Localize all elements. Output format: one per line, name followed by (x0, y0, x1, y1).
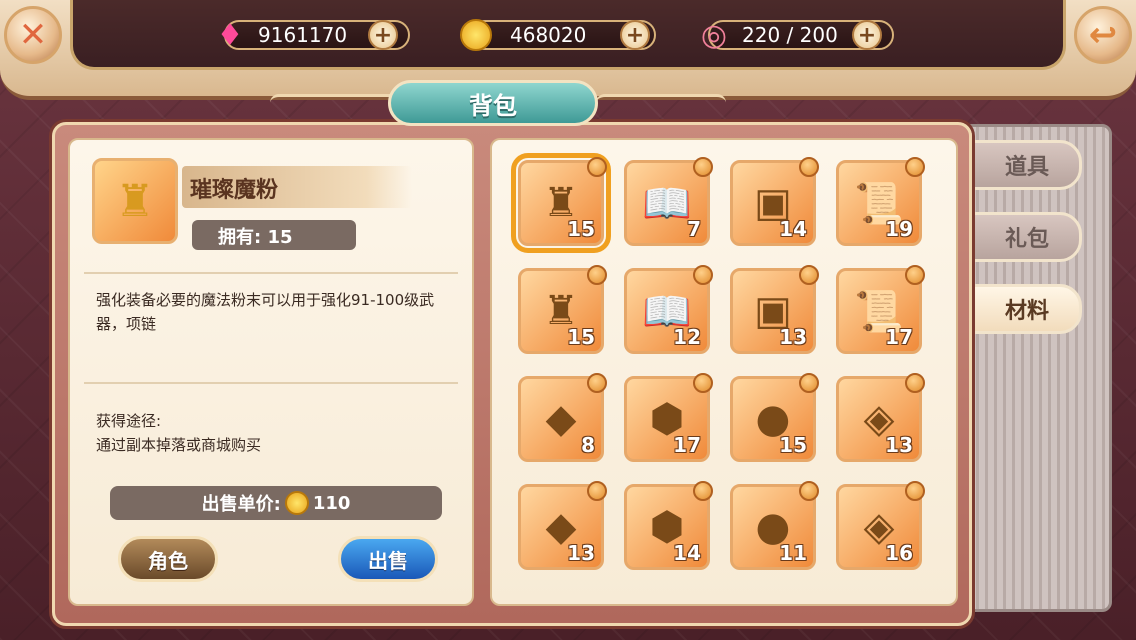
item-description: 强化装备必要的魔法粉末可以用于强化91-100级武器，项链 (96, 291, 435, 333)
slot-orb (587, 157, 607, 177)
add-stamina-button[interactable]: + (852, 20, 882, 50)
inventory-slot[interactable]: ◆ 8 (518, 373, 607, 462)
item-detail-panel: ♜ 璀璨魔粉 拥有: 15 强化装备必要的魔法粉末可以用于强化91-100级武器… (68, 138, 474, 606)
book-icon: 📖 (642, 180, 692, 227)
close-icon: ✕ (18, 15, 48, 55)
slot-orb (799, 373, 819, 393)
inventory-slot[interactable]: ◈ 13 (836, 373, 925, 462)
coins-counter: 468020 + (456, 15, 656, 55)
inventory-slot[interactable]: ◈ 16 (836, 481, 925, 570)
slot-orb (799, 157, 819, 177)
inventory-slot[interactable]: 📜 17 (836, 265, 925, 354)
slot-orb (693, 373, 713, 393)
item-count: 16 (885, 541, 913, 565)
add-coins-button[interactable]: + (620, 20, 650, 50)
source-label: 获得途径: (96, 412, 162, 430)
owned-count: 拥有: 15 (192, 220, 356, 250)
inventory-slot[interactable]: ◆ 13 (518, 481, 607, 570)
item-count: 17 (885, 325, 913, 349)
sell-price: 出售单价: 110 (110, 486, 442, 520)
add-gems-button[interactable]: + (368, 20, 398, 50)
slot-orb (905, 373, 925, 393)
back-button[interactable]: ↩ (1074, 6, 1132, 64)
book-spine (958, 124, 1112, 612)
item-count: 13 (567, 541, 595, 565)
inventory-slot[interactable]: ● 11 (730, 481, 819, 570)
inventory-slot[interactable]: ▣ 14 (730, 157, 819, 246)
inventory-slot[interactable]: ♜ 15 (518, 265, 607, 354)
item-count: 12 (673, 325, 701, 349)
coins-value: 468020 (510, 23, 587, 47)
item-count: 17 (673, 433, 701, 457)
item-count: 13 (779, 325, 807, 349)
tab-gift-packs[interactable]: 礼包 (972, 212, 1082, 262)
item-count: 8 (581, 433, 595, 457)
character-button[interactable]: 角色 (118, 536, 218, 582)
inventory-slot[interactable]: ● 15 (730, 373, 819, 462)
inventory-slot[interactable]: 📜 19 (836, 157, 925, 246)
slot-orb (905, 481, 925, 501)
item-count: 14 (673, 541, 701, 565)
tab-materials[interactable]: 材料 (972, 284, 1082, 334)
stamina-value: 220 / 200 (742, 23, 838, 47)
close-button[interactable]: ✕ (4, 6, 62, 64)
slot-orb (587, 265, 607, 285)
gems-value: 9161170 (258, 23, 348, 47)
gems-counter: ♦ 9161170 + (210, 16, 410, 54)
gem-icon: ♦ (216, 17, 244, 53)
slot-orb (693, 265, 713, 285)
tab-items[interactable]: 道具 (972, 140, 1082, 190)
inventory-panel: ♜ 15 📖 7 ▣ 14 📜 19 ♜ 15 📖 12 ▣ 13 📜 17 ◆ 8 ⬢ 17 ● 15 ◈ 13 ◆ 13 ⬢ 14… (490, 138, 958, 606)
item-count: 19 (885, 217, 913, 241)
item-count: 15 (567, 325, 595, 349)
slot-orb (587, 373, 607, 393)
inventory-grid: ♜ 15 📖 7 ▣ 14 📜 19 ♜ 15 📖 12 ▣ 13 📜 17 ◆ 8 ⬢ 17 ● 15 ◈ 13 ◆ 13 ⬢ 14… (511, 153, 925, 570)
divider (84, 272, 458, 274)
price-label: 出售单价: (201, 494, 281, 515)
slot-orb (905, 157, 925, 177)
inventory-slot[interactable]: ⬢ 14 (624, 481, 713, 570)
slot-orb (693, 157, 713, 177)
donut-icon: ◎ (700, 17, 728, 53)
source-text: 通过副本掉落或商城购买 (96, 436, 262, 454)
item-count: 13 (885, 433, 913, 457)
item-name: 璀璨魔粉 (182, 166, 412, 208)
back-arrow-icon: ↩ (1088, 15, 1118, 55)
inventory-slot[interactable]: 📖 7 (624, 157, 713, 246)
item-count: 7 (687, 217, 701, 241)
price-value: 110 (312, 492, 351, 514)
stamina-counter: ◎ 220 / 200 + (694, 16, 894, 54)
item-count: 14 (779, 217, 807, 241)
selected-item-icon: ♜ (92, 158, 178, 244)
slot-orb (799, 265, 819, 285)
slot-orb (693, 481, 713, 501)
page-title: 背包 (388, 80, 598, 126)
slot-orb (587, 481, 607, 501)
sell-button[interactable]: 出售 (338, 536, 438, 582)
item-count: 15 (567, 217, 595, 241)
divider (84, 382, 458, 384)
crystal-icon: ◆ (545, 396, 577, 442)
inventory-slot[interactable]: ▣ 13 (730, 265, 819, 354)
inventory-slot[interactable]: ♜ 15 (511, 153, 611, 253)
item-count: 11 (779, 541, 807, 565)
inventory-slot[interactable]: ⬢ 17 (624, 373, 713, 462)
golden-lantern-icon: ♜ (115, 175, 155, 227)
item-count: 15 (779, 433, 807, 457)
slot-orb (799, 481, 819, 501)
coin-icon (284, 491, 309, 515)
slot-orb (905, 265, 925, 285)
coin-icon (456, 15, 496, 55)
inventory-slot[interactable]: 📖 12 (624, 265, 713, 354)
